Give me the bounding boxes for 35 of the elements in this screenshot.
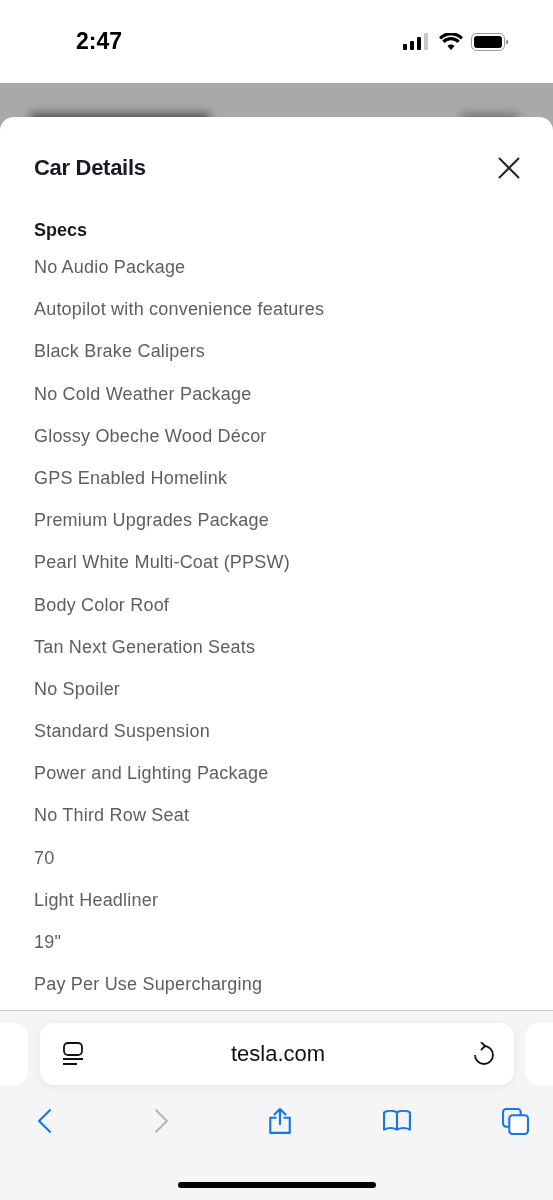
spec-item: Glossy Obeche Wood Décor xyxy=(34,424,267,448)
book-icon xyxy=(383,1110,412,1132)
chevron-right-icon xyxy=(155,1109,169,1133)
spec-item: Power and Lighting Package xyxy=(34,762,269,786)
spec-item: Pearl White Multi-Coat (PPSW) xyxy=(34,551,290,575)
spec-item: Light Headliner xyxy=(34,888,159,912)
spec-item: Autopilot with convenience features xyxy=(34,298,325,322)
spec-item: No Audio Package xyxy=(34,256,186,279)
share-icon xyxy=(268,1108,291,1134)
chevron-left-icon xyxy=(37,1109,51,1133)
spec-item: Premium Upgrades Package xyxy=(34,509,269,533)
spec-item: Standard Suspension xyxy=(34,720,210,744)
battery-icon xyxy=(471,32,509,51)
spec-item: Pay Per Use Supercharging xyxy=(34,973,263,997)
wifi-icon xyxy=(439,33,463,50)
spec-item: No Spoiler xyxy=(34,677,121,701)
spec-item: Tan Next Generation Seats xyxy=(34,635,256,659)
address-bar[interactable]: tesla.com xyxy=(40,1023,514,1085)
spec-item: GPS Enabled Homelink xyxy=(34,466,228,490)
spec-item: 19" xyxy=(34,931,61,954)
spec-item: 70 xyxy=(34,846,55,870)
spec-item: Body Color Roof xyxy=(34,593,170,617)
spec-item: No Cold Weather Package xyxy=(34,382,252,406)
spec-item: No Third Row Seat xyxy=(34,804,190,828)
sheet-title: Car Details xyxy=(34,155,146,181)
reader-icon xyxy=(62,1042,84,1066)
tabs-icon xyxy=(501,1107,529,1135)
reload-icon xyxy=(472,1042,494,1066)
url-text: tesla.com xyxy=(229,1041,327,1067)
signal-icon xyxy=(403,33,431,50)
close-button[interactable] xyxy=(496,155,522,181)
close-icon xyxy=(498,157,520,179)
spec-item: Black Brake Calipers xyxy=(34,340,206,364)
section-heading: Specs xyxy=(34,219,88,242)
clock-time: 2:47 xyxy=(76,28,124,55)
